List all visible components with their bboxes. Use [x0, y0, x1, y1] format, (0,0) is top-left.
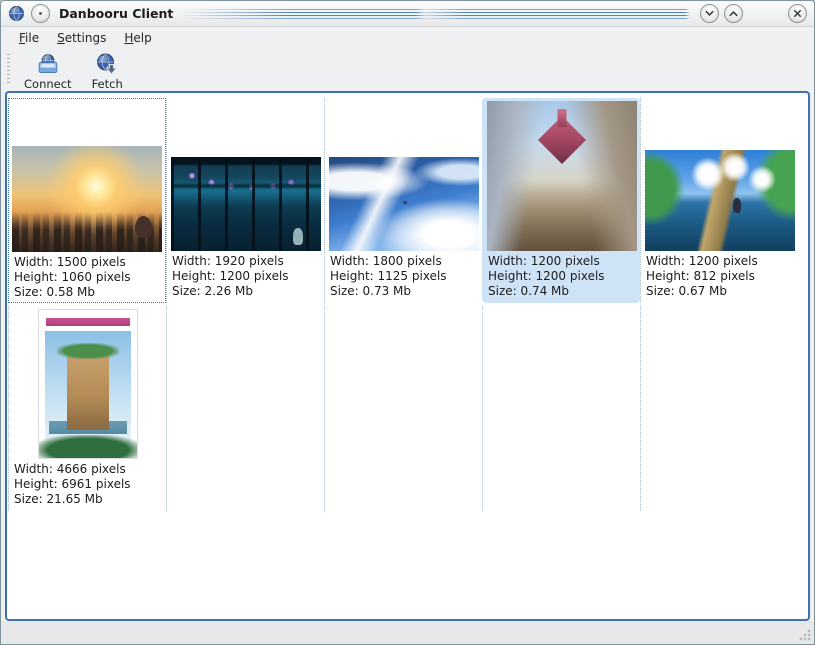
- close-button[interactable]: [788, 4, 807, 23]
- menu-help[interactable]: Help: [115, 29, 160, 47]
- gallery-item-6[interactable]: Width: 4666 pixels Height: 6961 pixels S…: [8, 306, 166, 511]
- width-label: Width: 1800 pixels: [330, 254, 481, 269]
- gallery-item-3[interactable]: Width: 1800 pixels Height: 1125 pixels S…: [324, 98, 482, 303]
- size-label: Size: 0.73 Mb: [330, 284, 481, 299]
- window-menu-button[interactable]: [31, 4, 50, 23]
- thumbnail-box: [484, 99, 639, 251]
- close-icon: [792, 8, 803, 19]
- thumbnail-image-overgrown-tower: [38, 309, 138, 459]
- app-window: Danbooru Client File Settings Help: [0, 0, 815, 645]
- width-label: Width: 1200 pixels: [646, 254, 797, 269]
- empty-cell: [482, 306, 640, 511]
- width-label: Width: 1500 pixels: [14, 255, 164, 270]
- height-label: Height: 6961 pixels: [14, 477, 165, 492]
- connect-globe-drawer-icon: [36, 52, 60, 76]
- thumbnail-box: [168, 99, 323, 251]
- connect-button[interactable]: Connect: [16, 51, 80, 91]
- width-label: Width: 1200 pixels: [488, 254, 639, 269]
- height-label: Height: 1060 pixels: [14, 270, 164, 285]
- menu-settings[interactable]: Settings: [48, 29, 115, 47]
- menubar: File Settings Help: [1, 28, 814, 48]
- image-metadata: Width: 1920 pixels Height: 1200 pixels S…: [168, 251, 323, 299]
- thumbnail-box: [10, 307, 165, 459]
- thumbnail-view: Width: 1500 pixels Height: 1060 pixels S…: [5, 91, 810, 621]
- empty-cell: [640, 306, 798, 511]
- thumbnail-image-cloud-sky: [329, 157, 479, 251]
- image-metadata: Width: 4666 pixels Height: 6961 pixels S…: [10, 459, 165, 507]
- chevron-down-icon: [704, 8, 715, 19]
- height-label: Height: 1125 pixels: [330, 269, 481, 284]
- size-label: Size: 0.67 Mb: [646, 284, 797, 299]
- thumbnail-image-sunset-city: [12, 146, 162, 252]
- width-label: Width: 1920 pixels: [172, 254, 323, 269]
- height-label: Height: 1200 pixels: [172, 269, 323, 284]
- titlebar-stripes: [181, 1, 690, 27]
- thumbnail-box: [642, 99, 797, 251]
- image-metadata: Width: 1800 pixels Height: 1125 pixels S…: [326, 251, 481, 299]
- connect-label: Connect: [24, 77, 72, 91]
- width-label: Width: 4666 pixels: [14, 462, 165, 477]
- fetch-button[interactable]: Fetch: [84, 51, 131, 91]
- window-title: Danbooru Client: [59, 6, 173, 21]
- height-label: Height: 812 pixels: [646, 269, 797, 284]
- size-label: Size: 21.65 Mb: [14, 492, 165, 507]
- thumbnail-grid: Width: 1500 pixels Height: 1060 pixels S…: [7, 93, 808, 511]
- gallery-item-5[interactable]: Width: 1200 pixels Height: 812 pixels Si…: [640, 98, 798, 303]
- thumbnail-box: [326, 99, 481, 251]
- app-globe-icon: [8, 5, 25, 22]
- height-label: Height: 1200 pixels: [488, 269, 639, 284]
- thumbnail-image-summer-pier: [645, 150, 795, 251]
- menu-file[interactable]: File: [10, 29, 48, 47]
- chevron-up-icon: [728, 8, 739, 19]
- image-metadata: Width: 1200 pixels Height: 1200 pixels S…: [484, 251, 639, 299]
- thumbnail-box: [10, 100, 164, 252]
- empty-cell: [324, 306, 482, 511]
- titlebar[interactable]: Danbooru Client: [1, 1, 814, 27]
- resize-grip[interactable]: [799, 629, 811, 641]
- gallery-item-2[interactable]: Width: 1920 pixels Height: 1200 pixels S…: [166, 98, 324, 303]
- statusbar: [1, 621, 814, 644]
- dot-icon: [39, 12, 42, 15]
- thumbnail-image-dark-hangar: [171, 157, 321, 251]
- toolbar: Connect Fetch: [1, 48, 814, 91]
- size-label: Size: 0.58 Mb: [14, 285, 164, 300]
- empty-cell: [166, 306, 324, 511]
- image-metadata: Width: 1200 pixels Height: 812 pixels Si…: [642, 251, 797, 299]
- fetch-globe-download-icon: [95, 52, 119, 76]
- thumbnail-image-floating-castle: [487, 101, 637, 251]
- window-controls: [700, 4, 807, 23]
- toolbar-drag-handle[interactable]: [7, 54, 10, 86]
- image-metadata: Width: 1500 pixels Height: 1060 pixels S…: [10, 252, 164, 300]
- size-label: Size: 2.26 Mb: [172, 284, 323, 299]
- size-label: Size: 0.74 Mb: [488, 284, 639, 299]
- gallery-item-4[interactable]: Width: 1200 pixels Height: 1200 pixels S…: [482, 98, 640, 303]
- fetch-label: Fetch: [92, 77, 123, 91]
- maximize-button[interactable]: [724, 4, 743, 23]
- gallery-item-1[interactable]: Width: 1500 pixels Height: 1060 pixels S…: [8, 98, 166, 303]
- minimize-button[interactable]: [700, 4, 719, 23]
